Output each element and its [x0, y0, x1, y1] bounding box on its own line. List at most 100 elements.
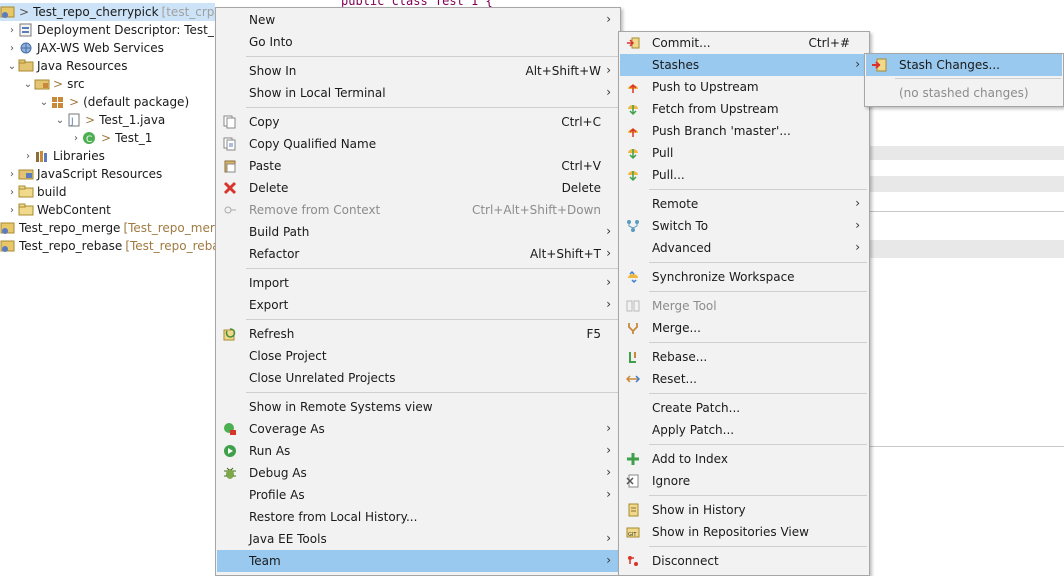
menu-item-add-to-index[interactable]: Add to Index: [620, 448, 868, 470]
menu-item-coverage-as[interactable]: Coverage As ›: [217, 418, 619, 440]
folder-icon: [18, 203, 34, 217]
menu-item-delete[interactable]: Delete Delete: [217, 177, 619, 199]
menu-item-paste[interactable]: Paste Ctrl+V: [217, 155, 619, 177]
chevron-right-icon[interactable]: ›: [6, 25, 18, 36]
menu-item-create-patch[interactable]: Create Patch...: [620, 397, 868, 419]
menu-separator: [246, 107, 618, 108]
menu-item-show-in-repositories[interactable]: GIT Show in Repositories View: [620, 521, 868, 543]
tree-item-deployment-descriptor[interactable]: › Deployment Descriptor: Test_repo_cherr…: [6, 21, 215, 39]
submenu-arrow-icon: ›: [855, 196, 860, 210]
java-resources-icon: [18, 59, 34, 73]
menu-item-switch-to[interactable]: Switch To ›: [620, 215, 868, 237]
chevron-down-icon[interactable]: ⌄: [38, 97, 50, 108]
submenu-arrow-icon: ›: [606, 224, 611, 238]
menu-item-reset[interactable]: Reset...: [620, 368, 868, 390]
menu-item-close-unrelated-projects[interactable]: Close Unrelated Projects: [217, 367, 619, 389]
repository-icon: GIT: [625, 524, 641, 540]
menu-item-export[interactable]: Export ›: [217, 294, 619, 316]
menu-item-java-ee-tools[interactable]: Java EE Tools ›: [217, 528, 619, 550]
submenu-arrow-icon: ›: [606, 443, 611, 457]
chevron-down-icon[interactable]: ⌄: [6, 61, 18, 72]
menu-item-fetch-upstream[interactable]: Fetch from Upstream: [620, 98, 868, 120]
menu-item-show-local-terminal[interactable]: Show in Local Terminal ›: [217, 82, 619, 104]
menu-item-refresh[interactable]: Refresh F5: [217, 323, 619, 345]
tree-item-test-1-class[interactable]: › C > Test_1: [70, 129, 215, 147]
menu-item-disconnect[interactable]: Disconnect: [620, 550, 868, 572]
tree-item-test-repo-rebase[interactable]: Test_repo_rebase [Test_repo_rebase maste…: [0, 237, 215, 255]
shortcut-label: Ctrl+V: [561, 159, 601, 173]
tree-item-test-1-java[interactable]: ⌄ J > Test_1.java: [54, 111, 215, 129]
tree-item-libraries[interactable]: › Libraries: [22, 147, 215, 165]
tree-item-test-repo-merge[interactable]: Test_repo_merge [Test_repo_merge master]: [0, 219, 215, 237]
tree-item-build[interactable]: › build: [6, 183, 215, 201]
package-icon: [50, 95, 66, 109]
menu-item-advanced[interactable]: Advanced ›: [620, 237, 868, 259]
menu-item-import[interactable]: Import ›: [217, 272, 619, 294]
chevron-right-icon[interactable]: ›: [6, 187, 18, 198]
tree-item-label: src: [67, 77, 85, 91]
svg-text:C: C: [86, 135, 92, 145]
menu-item-restore-local-history[interactable]: Restore from Local History...: [217, 506, 619, 528]
chevron-right-icon[interactable]: ›: [70, 133, 82, 144]
menu-item-show-in[interactable]: Show In Alt+Shift+W ›: [217, 60, 619, 82]
menu-item-run-as[interactable]: Run As ›: [217, 440, 619, 462]
branch-switch-icon: [625, 218, 641, 234]
menu-separator: [246, 56, 618, 57]
chevron-right-icon[interactable]: ›: [6, 205, 18, 216]
menu-item-pull-dialog[interactable]: Pull...: [620, 164, 868, 186]
web-services-icon: [18, 41, 34, 55]
chevron-right-icon[interactable]: ›: [6, 169, 18, 180]
menu-item-team[interactable]: Team ›: [217, 550, 619, 572]
tree-item-test-repo-cherrypick[interactable]: > Test_repo_cherrypick [test_crp master]: [0, 3, 215, 21]
menu-item-ignore[interactable]: Ignore: [620, 470, 868, 492]
menu-item-remove-from-context[interactable]: Remove from Context Ctrl+Alt+Shift+Down: [217, 199, 619, 221]
shortcut-label: F5: [586, 327, 601, 341]
repo-decoration: [Test_repo_merge master]: [123, 221, 215, 235]
menu-item-stashes[interactable]: Stashes ›: [620, 54, 868, 76]
tree-item-default-package[interactable]: ⌄ > (default package): [38, 93, 215, 111]
tree-item-label: Test_repo_cherrypick: [33, 5, 159, 19]
chevron-right-icon[interactable]: ›: [22, 151, 34, 162]
stash-icon: [871, 57, 887, 73]
git-project-icon: [0, 5, 16, 19]
menu-item-merge-tool[interactable]: Merge Tool: [620, 295, 868, 317]
menu-item-go-into[interactable]: Go Into: [217, 31, 619, 53]
chevron-right-icon[interactable]: ›: [6, 43, 18, 54]
menu-separator: [649, 495, 867, 496]
menu-item-show-in-history[interactable]: Show in History: [620, 499, 868, 521]
menu-item-new[interactable]: New ›: [217, 9, 619, 31]
copy-qualified-icon: [222, 136, 238, 152]
chevron-down-icon[interactable]: ⌄: [54, 115, 66, 126]
tree-item-java-resources[interactable]: ⌄ Java Resources: [6, 57, 215, 75]
menu-separator: [649, 342, 867, 343]
menu-item-pull[interactable]: Pull: [620, 142, 868, 164]
menu-item-profile-as[interactable]: Profile As ›: [217, 484, 619, 506]
menu-item-refactor[interactable]: Refactor Alt+Shift+T ›: [217, 243, 619, 265]
menu-item-show-remote-systems[interactable]: Show in Remote Systems view: [217, 396, 619, 418]
tree-item-javascript-resources[interactable]: › JavaScript Resources: [6, 165, 215, 183]
merge-icon: [625, 320, 641, 336]
menu-item-push-branch[interactable]: Push Branch 'master'...: [620, 120, 868, 142]
menu-item-rebase[interactable]: Rebase...: [620, 346, 868, 368]
menu-item-debug-as[interactable]: Debug As ›: [217, 462, 619, 484]
tree-item-label: Deployment Descriptor: Test_repo_cherryp…: [37, 23, 215, 37]
menu-item-stash-changes[interactable]: Stash Changes...: [866, 54, 1062, 76]
menu-item-commit[interactable]: Commit... Ctrl+#: [620, 32, 868, 54]
menu-item-remote[interactable]: Remote ›: [620, 193, 868, 215]
menu-item-build-path[interactable]: Build Path ›: [217, 221, 619, 243]
tree-item-src[interactable]: ⌄ > src: [22, 75, 215, 93]
menu-separator: [649, 291, 867, 292]
tree-item-webcontent[interactable]: › WebContent: [6, 201, 215, 219]
dirty-marker: >: [53, 77, 64, 91]
menu-item-synchronize-workspace[interactable]: Synchronize Workspace: [620, 266, 868, 288]
chevron-down-icon[interactable]: ⌄: [22, 79, 34, 90]
menu-item-merge[interactable]: Merge...: [620, 317, 868, 339]
menu-item-copy-qualified-name[interactable]: Copy Qualified Name: [217, 133, 619, 155]
tree-item-jax-ws[interactable]: › JAX-WS Web Services: [6, 39, 215, 57]
menu-item-apply-patch[interactable]: Apply Patch...: [620, 419, 868, 441]
shortcut-label: Alt+Shift+T: [530, 247, 601, 261]
push-icon: [625, 79, 641, 95]
menu-item-copy[interactable]: Copy Ctrl+C: [217, 111, 619, 133]
menu-item-push-upstream[interactable]: Push to Upstream: [620, 76, 868, 98]
menu-item-close-project[interactable]: Close Project: [217, 345, 619, 367]
